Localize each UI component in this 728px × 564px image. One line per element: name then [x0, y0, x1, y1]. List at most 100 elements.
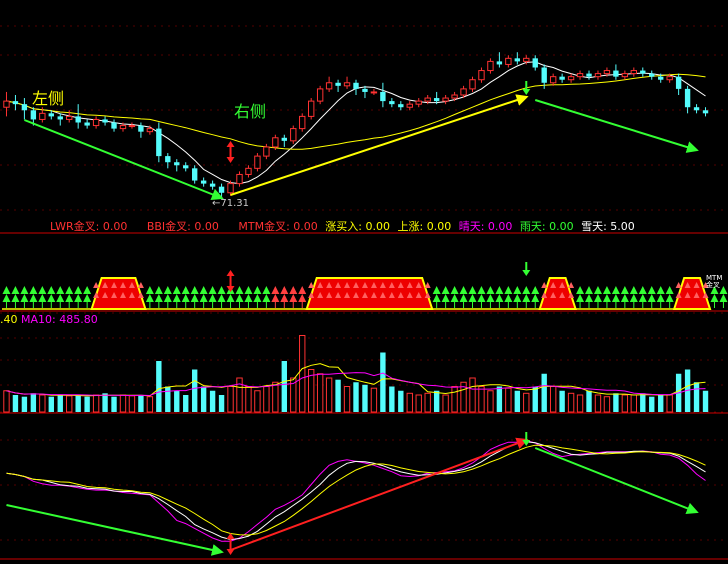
volume-bar	[406, 392, 413, 413]
candle-body	[138, 125, 144, 132]
tree-mark	[602, 286, 611, 294]
tree-mark	[74, 286, 83, 294]
volume-bar	[84, 396, 90, 412]
tree-mark	[181, 286, 190, 294]
tree-mark	[83, 294, 92, 302]
tree-mark	[244, 294, 253, 302]
candle-body	[621, 73, 629, 78]
tree-mark	[38, 286, 47, 294]
tree-mark	[495, 294, 504, 302]
tree-mark	[56, 286, 65, 294]
up-mark	[675, 282, 682, 288]
tree-mark	[11, 286, 20, 294]
candle-body	[460, 88, 467, 96]
volume-bar	[549, 386, 557, 413]
candle-body	[478, 70, 485, 81]
candle-body	[263, 146, 270, 157]
tree-mark	[576, 294, 585, 302]
tree-mark	[47, 286, 56, 294]
tree-mark	[298, 294, 307, 302]
low-price-label: ←71.31	[212, 198, 249, 209]
tree-mark	[38, 294, 47, 302]
tree-mark	[585, 294, 594, 302]
volume-bar	[245, 386, 252, 413]
tree-mark	[154, 294, 163, 302]
volume-value: .40	[0, 313, 18, 326]
tree-mark	[271, 286, 280, 294]
tree-mark	[647, 294, 656, 302]
candle-body	[586, 73, 592, 77]
tree-mark	[486, 286, 495, 294]
candle-body	[523, 57, 530, 62]
tree-mark	[262, 294, 271, 302]
legend-item: 涨买入: 0.00	[325, 220, 390, 233]
up-trend-block	[305, 277, 434, 310]
legend-item: BBI金叉: 0.00	[146, 220, 219, 233]
candle-body	[156, 128, 162, 157]
volume-bar	[183, 395, 189, 412]
volume-bar	[218, 395, 225, 412]
volume-bar	[702, 390, 709, 412]
volume-bar	[353, 382, 359, 412]
tree-mark	[656, 294, 665, 302]
candle-body	[200, 180, 207, 184]
tree-mark	[271, 294, 280, 302]
candle-body	[66, 115, 73, 120]
candle-body	[84, 122, 90, 126]
up-mark	[308, 282, 315, 288]
candle-body	[675, 76, 682, 89]
candle-body	[343, 82, 351, 87]
candle-body	[666, 76, 673, 81]
candle-body	[649, 73, 655, 77]
candle-body	[576, 73, 584, 78]
candle-body	[92, 118, 100, 127]
tree-mark	[531, 294, 540, 302]
tree-mark	[441, 286, 450, 294]
tree-mark	[181, 294, 190, 302]
volume-bar	[165, 386, 171, 412]
tree-mark	[65, 294, 74, 302]
candle-body	[335, 82, 341, 86]
tree-mark	[477, 294, 486, 302]
candle-body	[191, 168, 198, 181]
volume-bar	[621, 394, 629, 413]
up-mark	[137, 282, 144, 288]
tree-mark	[495, 286, 504, 294]
candle-body	[165, 156, 171, 163]
trend-arrow	[230, 437, 529, 551]
tree-mark	[163, 294, 172, 302]
candle-body	[353, 82, 359, 89]
oscillator-line	[6, 441, 706, 541]
volume-bar	[316, 373, 324, 413]
tree-mark	[593, 294, 602, 302]
tree-mark	[83, 286, 92, 294]
up-mark	[424, 282, 431, 288]
trend-arrow	[534, 447, 699, 515]
tree-mark	[459, 286, 468, 294]
tree-mark	[611, 286, 620, 294]
tree-mark	[199, 286, 208, 294]
volume-bar	[613, 393, 619, 412]
candle-body	[532, 58, 538, 68]
volume-bar	[523, 392, 530, 413]
tree-mark	[513, 286, 522, 294]
tree-mark	[593, 286, 602, 294]
tree-mark	[190, 294, 199, 302]
tree-mark	[145, 286, 154, 294]
candle-body	[254, 155, 261, 169]
candle-body	[48, 113, 54, 117]
tree-mark	[468, 294, 477, 302]
volume-bar	[236, 377, 243, 413]
buy-marker	[226, 549, 235, 555]
volume-bar	[111, 396, 117, 412]
candle-body	[541, 67, 547, 83]
volume-bar	[48, 396, 54, 412]
volume-bar	[398, 390, 404, 412]
volume-bar	[658, 395, 664, 412]
volume-bar	[514, 390, 521, 412]
volume-bar	[3, 390, 10, 413]
candle-body	[39, 112, 46, 120]
volume-bar	[325, 377, 333, 413]
tree-mark	[629, 294, 638, 302]
candle-body	[174, 162, 180, 166]
